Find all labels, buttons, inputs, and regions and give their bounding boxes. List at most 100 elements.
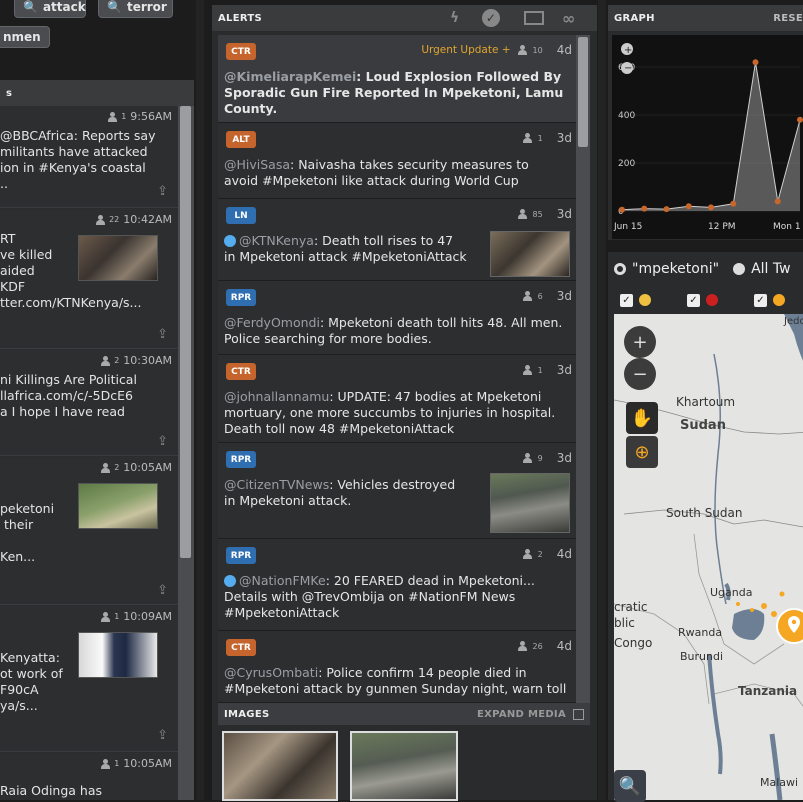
alert-handle: @NationFMKe <box>239 573 326 588</box>
alert-item[interactable]: CTR 1 3d @johnallannamu: UPDATE: 47 bodie… <box>218 355 580 443</box>
zoom-in-button[interactable]: + <box>624 326 656 358</box>
expand-icon[interactable] <box>573 708 584 720</box>
pin-center <box>791 619 797 625</box>
media-thumbnail[interactable] <box>490 231 570 277</box>
alert-handle: @HiviSasa <box>224 157 291 172</box>
user-icon <box>522 291 532 301</box>
alert-handle: @johnallannamu <box>224 389 330 404</box>
media-thumbnail[interactable] <box>490 473 570 533</box>
media-thumbnail[interactable] <box>78 632 158 678</box>
alert-item[interactable]: RPR 6 3d @FerdyOmondi: Mpeketoni death to… <box>218 281 580 355</box>
x-tick-label: 12 PM <box>708 222 736 232</box>
share-icon[interactable]: ⇪ <box>157 728 168 743</box>
urgent-update-label: Urgent Update + <box>421 44 511 56</box>
user-icon <box>517 209 527 219</box>
column-divider[interactable] <box>598 0 606 800</box>
share-icon[interactable]: ⇪ <box>157 327 168 342</box>
column-divider[interactable] <box>196 0 204 800</box>
map-label-congo-2: blic <box>614 616 635 630</box>
zoom-out-button[interactable]: − <box>624 358 656 390</box>
alert-item[interactable]: CTR Urgent Update +10 4d @KimeliarapKemei… <box>218 35 580 123</box>
alert-item[interactable]: LN 85 3d @KTNKenya: Death toll rises to 4… <box>218 199 580 281</box>
verified-icon <box>224 575 236 587</box>
crosshair-icon[interactable]: ⊕ <box>626 436 658 468</box>
media-thumbnail[interactable] <box>78 483 158 529</box>
chip-label: terror <box>126 0 167 14</box>
map-label-uganda: Uganda <box>710 586 753 599</box>
user-icon <box>517 45 527 55</box>
reset-button[interactable]: RESE <box>773 13 803 24</box>
media-thumbnail[interactable] <box>222 731 338 801</box>
image-icon[interactable] <box>524 11 544 25</box>
alert-tag: ALT <box>226 131 256 148</box>
map-cluster-dot <box>761 603 767 609</box>
radio-icon[interactable] <box>733 263 746 275</box>
scrollbar-thumb[interactable] <box>578 37 588 147</box>
feed-item[interactable]: 1 9:56AM @BBCAfrica: Reports say militant… <box>0 106 178 208</box>
search-option-mpeketoni[interactable]: "mpeketoni" <box>632 261 719 277</box>
alerts-header: ALERTS ϟ ✓ ∞ <box>212 5 597 31</box>
user-icon <box>95 214 106 225</box>
data-point <box>685 203 692 210</box>
data-point <box>641 205 648 212</box>
checkbox-icon[interactable]: ✓ <box>687 293 700 307</box>
map-search-button[interactable]: 🔍 <box>614 770 646 802</box>
user-icon <box>107 111 118 122</box>
alert-handle: @KimeliarapKemei <box>224 69 357 84</box>
alerts-scrollbar[interactable] <box>576 35 590 703</box>
feed-item[interactable]: 1 10:05AM Raia Odinga has <box>0 753 178 800</box>
feed-item[interactable]: 1 10:09AM Kenyatta: ot work of F90cA ya/s… <box>0 606 178 752</box>
alerts-panel: ALERTS ϟ ✓ ∞ CTR Urgent Update +10 4d @Ki… <box>212 5 597 801</box>
layer-toggles: ✓ ✓ ✓ <box>608 288 803 312</box>
graph-chart: 6004002000 Jun 1512 PMMon 1 + − <box>612 35 803 239</box>
share-icon[interactable]: ⇪ <box>157 184 168 199</box>
map-panel: "mpeketoni" All Tw ✓ ✓ ✓ Jedd Khartoum S… <box>608 252 803 802</box>
checkbox-icon[interactable]: ✓ <box>620 293 633 307</box>
filter-chip-attack[interactable]: 🔍 attack <box>14 0 86 18</box>
data-point <box>797 116 803 123</box>
filter-chip-terror[interactable]: 🔍 terror <box>98 0 173 18</box>
user-icon <box>522 365 532 375</box>
images-header: IMAGES EXPAND MEDIA <box>218 703 590 725</box>
expand-media-button[interactable]: EXPAND MEDIA <box>477 709 566 720</box>
data-point <box>774 198 781 205</box>
media-thumbnail[interactable] <box>350 731 458 801</box>
alert-handle: @FerdyOmondi <box>224 315 320 330</box>
check-badge-icon[interactable]: ✓ <box>482 9 500 27</box>
map-label-jeddah: Jedd <box>784 316 803 327</box>
scrollbar-thumb[interactable] <box>180 106 191 558</box>
alert-tag: RPR <box>226 289 256 306</box>
svg-text:−: − <box>624 63 632 74</box>
alert-item[interactable]: ALT 1 3d @HiviSasa: Naivasha takes securi… <box>218 123 580 199</box>
user-icon <box>100 758 111 769</box>
pan-hand-icon[interactable]: ✋ <box>626 402 658 434</box>
share-icon[interactable]: ⇪ <box>157 434 168 449</box>
share-icon[interactable]: ⇪ <box>157 583 168 598</box>
link-icon[interactable]: ∞ <box>562 9 576 28</box>
layer-dot-orange <box>773 294 785 306</box>
alert-tag: LN <box>226 207 256 224</box>
lightning-icon[interactable]: ϟ <box>450 10 460 26</box>
map-label-malawi: Malawi <box>760 776 799 789</box>
feed-item[interactable]: 22 10:42AM RT ve killed aided KDF tter.co… <box>0 209 178 349</box>
filter-chip-gunmen[interactable]: nmen <box>0 26 50 48</box>
chip-label: attack <box>42 0 86 14</box>
media-thumbnail[interactable] <box>78 235 158 281</box>
feed-item[interactable]: 2 10:30AM ni Killings Are Political llafr… <box>0 350 178 456</box>
user-icon <box>522 453 532 463</box>
map-label-congo-3: Congo <box>614 636 653 650</box>
left-feed-scrollbar[interactable] <box>178 106 194 800</box>
alert-item[interactable]: RPR 9 3d @CitizenTVNews: Vehicles destroy… <box>218 443 580 539</box>
alert-handle: @KTNKenya <box>239 233 314 248</box>
alert-tag: CTR <box>226 639 256 656</box>
alert-item[interactable]: RPR 2 4d @NationFMKe: 20 FEARED dead in M… <box>218 539 580 631</box>
search-option-all[interactable]: All Tw <box>751 261 791 277</box>
alert-item[interactable]: CTR 26 4d @CyrusOmbati: Police confirm 14… <box>218 631 580 703</box>
checkbox-icon[interactable]: ✓ <box>754 293 767 307</box>
alert-tag: CTR <box>226 43 256 60</box>
chip-label: nmen <box>3 30 41 44</box>
radio-selected-icon[interactable] <box>614 263 626 275</box>
user-icon <box>517 641 527 651</box>
feed-item[interactable]: 2 10:05AM peketoni their Ken... ⇪ <box>0 457 178 605</box>
search-scope-bar: "mpeketoni" All Tw <box>608 252 803 286</box>
